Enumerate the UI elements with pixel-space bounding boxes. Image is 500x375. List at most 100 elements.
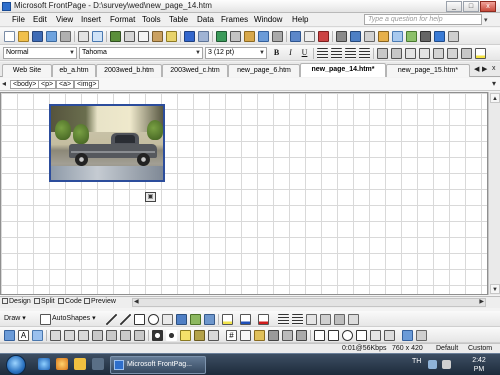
menu-data[interactable]: Data bbox=[197, 15, 214, 24]
restore-icon[interactable] bbox=[384, 330, 395, 341]
autoshapes-menu-button[interactable]: AutoShapes ▾ bbox=[52, 314, 96, 322]
select-pointer-icon[interactable] bbox=[40, 314, 51, 325]
wordart-icon[interactable] bbox=[176, 314, 187, 325]
spelling-icon[interactable] bbox=[110, 31, 121, 42]
send-backward-icon[interactable] bbox=[78, 330, 89, 341]
select-icon[interactable] bbox=[314, 330, 325, 341]
picture-options-icon[interactable] bbox=[402, 330, 413, 341]
color-icon[interactable] bbox=[268, 330, 279, 341]
menu-view[interactable]: View bbox=[56, 15, 73, 24]
set-transparent-color-icon[interactable] bbox=[254, 330, 265, 341]
tag-a[interactable]: <a> bbox=[56, 80, 75, 89]
layout-icon[interactable] bbox=[392, 31, 403, 42]
rotate-left-icon[interactable] bbox=[92, 330, 103, 341]
indent-icon[interactable] bbox=[447, 48, 458, 59]
paste-icon[interactable] bbox=[152, 31, 163, 42]
position-absolutely-icon[interactable] bbox=[50, 330, 61, 341]
truck-photo-image[interactable] bbox=[49, 104, 165, 182]
taskbar-frontpage-button[interactable]: Microsoft FrontPag... bbox=[110, 356, 206, 374]
increase-font-icon[interactable] bbox=[377, 48, 388, 59]
cut-icon[interactable] bbox=[124, 31, 135, 42]
scroll-left-icon[interactable]: ◀ bbox=[134, 298, 139, 305]
folder-list-icon[interactable] bbox=[406, 31, 417, 42]
arrow-style-icon[interactable] bbox=[306, 314, 317, 325]
vertical-scrollbar[interactable]: ▲ ▼ bbox=[488, 92, 500, 295]
bring-forward-icon[interactable] bbox=[64, 330, 75, 341]
arrow-tool-icon[interactable] bbox=[120, 314, 131, 325]
highlight-icon[interactable] bbox=[475, 48, 486, 59]
tag-body[interactable]: <body> bbox=[10, 80, 40, 89]
pictures-toolbar-options-icon[interactable] bbox=[416, 330, 427, 341]
view-design-tab[interactable]: Design bbox=[2, 298, 31, 305]
web-component-insert-icon[interactable] bbox=[216, 31, 227, 42]
hotspot-circle-icon[interactable] bbox=[342, 330, 353, 341]
menu-insert[interactable]: Insert bbox=[81, 15, 101, 24]
menu-edit[interactable]: Edit bbox=[33, 15, 47, 24]
print-icon[interactable] bbox=[78, 31, 89, 42]
tab-web-site[interactable]: Web Site bbox=[2, 64, 52, 77]
insert-clipart-icon[interactable] bbox=[190, 314, 201, 325]
font-color-icon[interactable] bbox=[258, 314, 269, 325]
numbering-icon[interactable] bbox=[405, 48, 416, 59]
picture-actions-icon[interactable]: ▣ bbox=[145, 192, 156, 202]
paragraph-marks-icon[interactable] bbox=[420, 31, 431, 42]
insert-picture-file-icon[interactable] bbox=[204, 314, 215, 325]
scroll-down-icon[interactable]: ▼ bbox=[490, 284, 500, 294]
refresh-icon[interactable] bbox=[304, 31, 315, 42]
more-brightness-icon[interactable] bbox=[180, 330, 191, 341]
format-painter-icon[interactable] bbox=[166, 31, 177, 42]
tab-2003wed-c[interactable]: 2003wed_c.htm bbox=[162, 64, 228, 77]
tab-new-page-15[interactable]: new_page_15.htm* bbox=[386, 64, 470, 77]
line-tool-icon[interactable] bbox=[106, 314, 117, 325]
insert-layer-icon[interactable] bbox=[244, 31, 255, 42]
bookmark-icon[interactable] bbox=[434, 31, 445, 42]
tab-scroll-left-icon[interactable]: ◀ bbox=[474, 65, 479, 73]
minimize-button[interactable]: _ bbox=[446, 1, 462, 12]
explorer-quicklaunch-icon[interactable] bbox=[74, 358, 86, 370]
tab-eb-a[interactable]: eb_a.htm bbox=[52, 64, 96, 77]
justify-icon[interactable] bbox=[359, 48, 370, 59]
decrease-font-icon[interactable] bbox=[391, 48, 402, 59]
align-left-icon[interactable] bbox=[317, 48, 328, 59]
network-tray-icon[interactable] bbox=[428, 360, 437, 369]
scroll-up-icon[interactable]: ▲ bbox=[490, 93, 500, 103]
tab-2003wed-b[interactable]: 2003wed_b.htm bbox=[96, 64, 162, 77]
publish-icon[interactable] bbox=[46, 31, 57, 42]
less-brightness-icon[interactable] bbox=[194, 330, 205, 341]
hotspot-polygon-icon[interactable] bbox=[356, 330, 367, 341]
style-select[interactable]: Normal ▼ bbox=[3, 47, 77, 59]
shadow-style-icon[interactable] bbox=[320, 314, 331, 325]
align-right-icon[interactable] bbox=[345, 48, 356, 59]
fill-color-icon[interactable] bbox=[222, 314, 233, 325]
highlight-hotspots-icon[interactable] bbox=[370, 330, 381, 341]
underline-button[interactable]: U bbox=[299, 48, 310, 58]
outdent-icon[interactable] bbox=[433, 48, 444, 59]
menu-frames[interactable]: Frames bbox=[221, 15, 248, 24]
drawing-toolbar-options-icon[interactable] bbox=[348, 314, 359, 325]
show-desktop-icon[interactable] bbox=[92, 358, 104, 370]
ie-quicklaunch-icon[interactable] bbox=[38, 358, 50, 370]
3d-style-icon[interactable] bbox=[334, 314, 345, 325]
font-select[interactable]: Tahoma ▼ bbox=[79, 47, 203, 59]
design-view-canvas[interactable]: ▣ bbox=[0, 92, 488, 295]
font-size-select[interactable]: 3 (12 pt) ▼ bbox=[205, 47, 267, 59]
format-picture-icon[interactable] bbox=[240, 330, 251, 341]
dash-style-icon[interactable] bbox=[292, 314, 303, 325]
hotspot-rectangle-icon[interactable] bbox=[328, 330, 339, 341]
bold-button[interactable]: B bbox=[271, 48, 282, 58]
picture-insert-icon[interactable] bbox=[4, 330, 15, 341]
redo-icon[interactable] bbox=[198, 31, 209, 42]
oval-tool-icon[interactable] bbox=[148, 314, 159, 325]
code-snippet-icon[interactable] bbox=[378, 31, 389, 42]
copy-icon[interactable] bbox=[138, 31, 149, 42]
auto-thumbnail-icon[interactable] bbox=[32, 330, 43, 341]
crop-icon[interactable] bbox=[208, 330, 219, 341]
tab-new-page-6[interactable]: new_page_6.htm bbox=[228, 64, 300, 77]
line-style-picture-icon[interactable]: # bbox=[226, 330, 237, 341]
toolbar-overflow-icon[interactable] bbox=[448, 31, 459, 42]
horizontal-scrollbar[interactable]: ◀ ▶ bbox=[132, 298, 486, 307]
more-contrast-icon[interactable] bbox=[152, 330, 163, 341]
maximize-button[interactable]: □ bbox=[463, 1, 479, 12]
textbox-tool-icon[interactable] bbox=[162, 314, 173, 325]
hyperlink-icon[interactable] bbox=[290, 31, 301, 42]
